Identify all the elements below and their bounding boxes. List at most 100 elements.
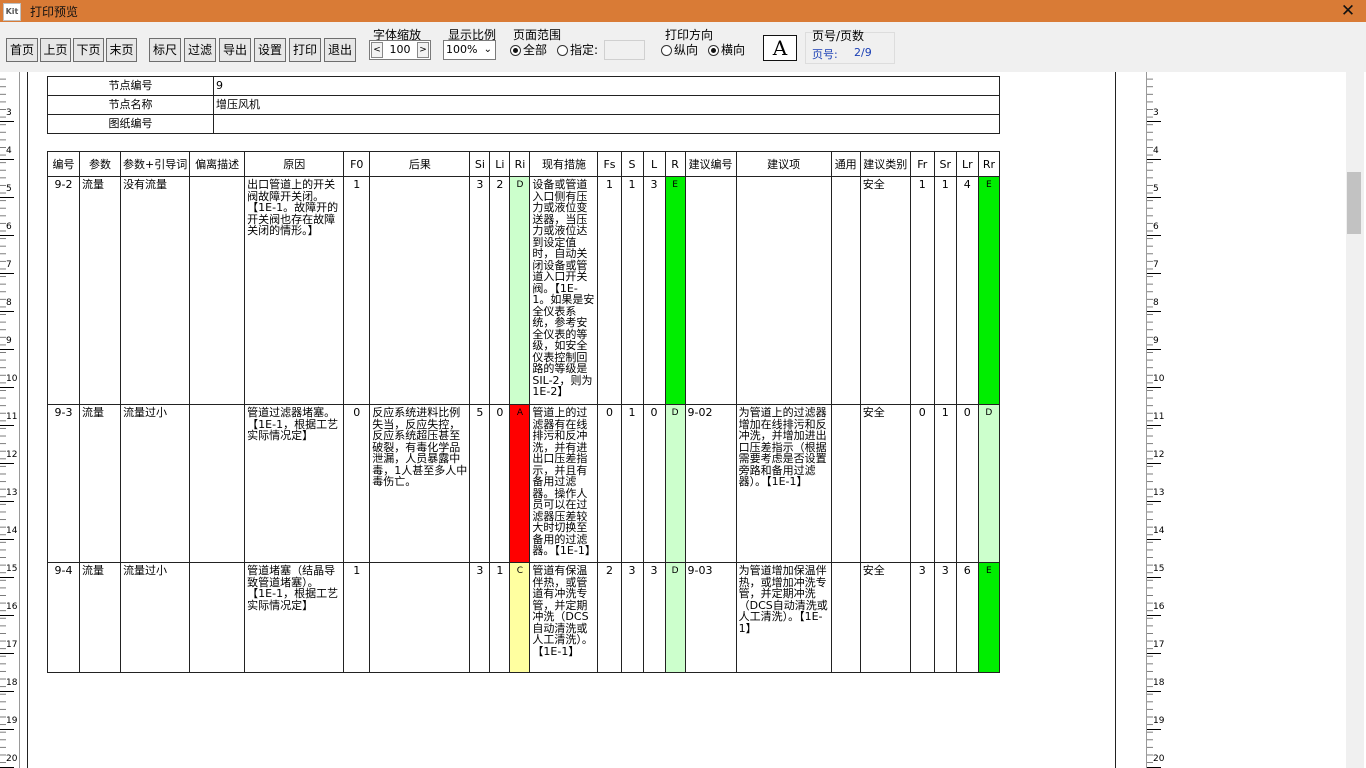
orientation-label: 打印方向 <box>665 28 714 42</box>
page-info-box: 页号/页数 页号: 2/9 <box>805 29 895 64</box>
ruler-number: 10 <box>6 374 18 384</box>
cell-consequence: 反应系统进料比例失当，反应失控，反应系统超压甚至破裂，有毒化学品泄漏，人员暴露中… <box>369 404 471 563</box>
page-number-value: 2/9 <box>854 46 872 59</box>
right-ruler: 3 4 5 6 7 8 9 10 11 12 13 14 15 16 17 18 19 20 <box>1146 72 1167 768</box>
table-row: 9-2 流量 没有流量 出口管道上的开关阀故障开关闭。【1E-1。故障开的开关阀也存在… <box>46 176 1001 405</box>
ruler-number: 4 <box>1153 146 1159 156</box>
table-row: 节点编号 9 <box>47 76 1000 96</box>
page-range-specify-label: 指定: <box>570 43 599 57</box>
ruler-number: 9 <box>1153 336 1159 346</box>
cell-id: 9-2 <box>46 176 81 405</box>
cell-si: 3 <box>469 562 491 673</box>
export-button[interactable]: 导出 <box>219 38 251 62</box>
node-info-table: 节点编号 9 节点名称 增压风机 图纸编号 <box>47 76 1000 134</box>
cell-s: 3 <box>620 562 644 673</box>
page-range-all-radio[interactable]: 全部 <box>510 43 547 57</box>
radio-unchecked-icon <box>661 45 672 56</box>
cell-guide: 流量过小 <box>120 404 191 563</box>
prev-page-button[interactable]: 上页 <box>40 38 71 62</box>
window-title: 打印预览 <box>30 5 79 19</box>
cell-lr: 6 <box>955 562 979 673</box>
node-name-label: 节点名称 <box>47 95 214 115</box>
table-row: 9-3 流量 流量过小 管道过滤器堵塞。【1E-1，根据工艺实际情况定】 0 反应系统进料… <box>46 404 1001 563</box>
column-header: F0 <box>343 151 371 177</box>
column-header: 偏离描述 <box>189 151 246 177</box>
column-header: L <box>642 151 666 177</box>
cell-sug_id <box>684 176 737 405</box>
cell-ri: C <box>509 562 531 673</box>
ruler-button[interactable]: 标尺 <box>149 38 181 62</box>
cell-l: 3 <box>642 176 666 405</box>
cell-fs: 2 <box>597 562 622 673</box>
cell-fr: 0 <box>909 404 935 563</box>
last-page-button[interactable]: 末页 <box>106 38 137 62</box>
ruler-number: 12 <box>6 450 18 460</box>
cell-fr: 3 <box>909 562 935 673</box>
table-row: 9-4 流量 流量过小 管道堵塞（结晶导致管道堵塞）。【1E-1，根据工艺实际情况定】… <box>46 562 1001 673</box>
cell-fs: 0 <box>597 404 622 563</box>
ruler-number: 8 <box>6 298 12 308</box>
cell-consequence <box>369 176 471 405</box>
cell-fr: 1 <box>909 176 935 405</box>
title-bar: Kit 打印预览 ✕ <box>0 0 1366 22</box>
radio-unchecked-icon <box>557 45 568 56</box>
ruler-number: 14 <box>6 526 18 536</box>
filter-button[interactable]: 过滤 <box>184 38 216 62</box>
settings-button[interactable]: 设置 <box>254 38 286 62</box>
column-header: Lr <box>955 151 979 177</box>
vertical-scrollbar[interactable] <box>1346 72 1364 768</box>
node-id-label: 节点编号 <box>47 76 214 96</box>
first-page-button[interactable]: 首页 <box>6 38 38 62</box>
portrait-radio[interactable]: 纵向 <box>661 43 698 57</box>
cell-r: D <box>664 404 686 563</box>
cell-category: 安全 <box>859 404 911 563</box>
ruler-number: 7 <box>6 260 12 270</box>
cell-sug: 为管道上的过滤器增加在线排污和反冲洗，并增加进出口压差指示（根据需要考虑是否设置… <box>735 404 832 563</box>
next-page-button[interactable]: 下页 <box>73 38 104 62</box>
cell-s: 1 <box>620 404 644 563</box>
zoom-increase-button[interactable]: > <box>417 42 429 58</box>
ruler-number: 18 <box>6 678 18 688</box>
table-row: 图纸编号 <box>47 114 1000 134</box>
display-ratio-select[interactable]: 100% ⌄ <box>443 40 496 60</box>
column-header: S <box>620 151 644 177</box>
cell-cause: 管道过滤器堵塞。【1E-1，根据工艺实际情况定】 <box>244 404 345 563</box>
ruler-number: 16 <box>6 602 18 612</box>
node-name-value: 增压风机 <box>213 95 1000 115</box>
cell-sr: 3 <box>933 562 957 673</box>
font-button[interactable]: A <box>763 35 797 61</box>
cell-fs: 1 <box>597 176 622 405</box>
cell-cause: 管道堵塞（结晶导致管道堵塞）。【1E-1，根据工艺实际情况定】 <box>244 562 345 673</box>
ruler-number: 19 <box>1153 716 1165 726</box>
page-range-specify-radio[interactable]: 指定: <box>557 43 598 57</box>
column-header: Ri <box>509 151 531 177</box>
print-button[interactable]: 打印 <box>289 38 321 62</box>
cell-measures: 设备或管道入口侧有压力或液位变送器，当压力或液位达到设定值时，自动关闭设备或管道… <box>529 176 599 405</box>
scrollbar-thumb[interactable] <box>1347 172 1361 234</box>
page-range-input[interactable] <box>604 40 645 60</box>
ruler-number: 9 <box>6 336 12 346</box>
column-header: Si <box>469 151 491 177</box>
table-header-row: 编号 参数 参数+引导词 偏离描述 原因 F0 后果 Si Li Ri 现有措施 Fs S L R 建议编号建… <box>46 151 1001 177</box>
cell-ri: D <box>509 176 531 405</box>
preview-area[interactable]: 3 4 5 6 7 8 9 10 11 12 13 14 15 16 17 18 19 20 3 4 5 6 7 8 9 10 1… <box>0 72 1366 768</box>
ruler-number: 15 <box>1153 564 1165 574</box>
close-icon[interactable]: ✕ <box>1330 0 1366 22</box>
column-header: Rr <box>977 151 1001 177</box>
column-header: 现有措施 <box>529 151 599 177</box>
cell-s: 1 <box>620 176 644 405</box>
cell-l: 3 <box>642 562 666 673</box>
zoom-decrease-button[interactable]: < <box>371 42 383 58</box>
cell-r: D <box>664 562 686 673</box>
ruler-number: 11 <box>1153 412 1165 422</box>
toolbar: 首页 上页 下页 末页 标尺 过滤 导出 设置 打印 退出 字体缩放 < 100… <box>0 22 1366 73</box>
landscape-radio[interactable]: 横向 <box>708 43 745 57</box>
font-zoom-value[interactable]: 100 <box>384 43 416 56</box>
exit-button[interactable]: 退出 <box>324 38 356 62</box>
radio-checked-icon <box>510 45 521 56</box>
cell-l: 0 <box>642 404 666 563</box>
radio-checked-icon <box>708 45 719 56</box>
page-margin-line <box>1115 72 1116 768</box>
cell-category: 安全 <box>859 562 911 673</box>
cell-deviation <box>189 404 246 563</box>
